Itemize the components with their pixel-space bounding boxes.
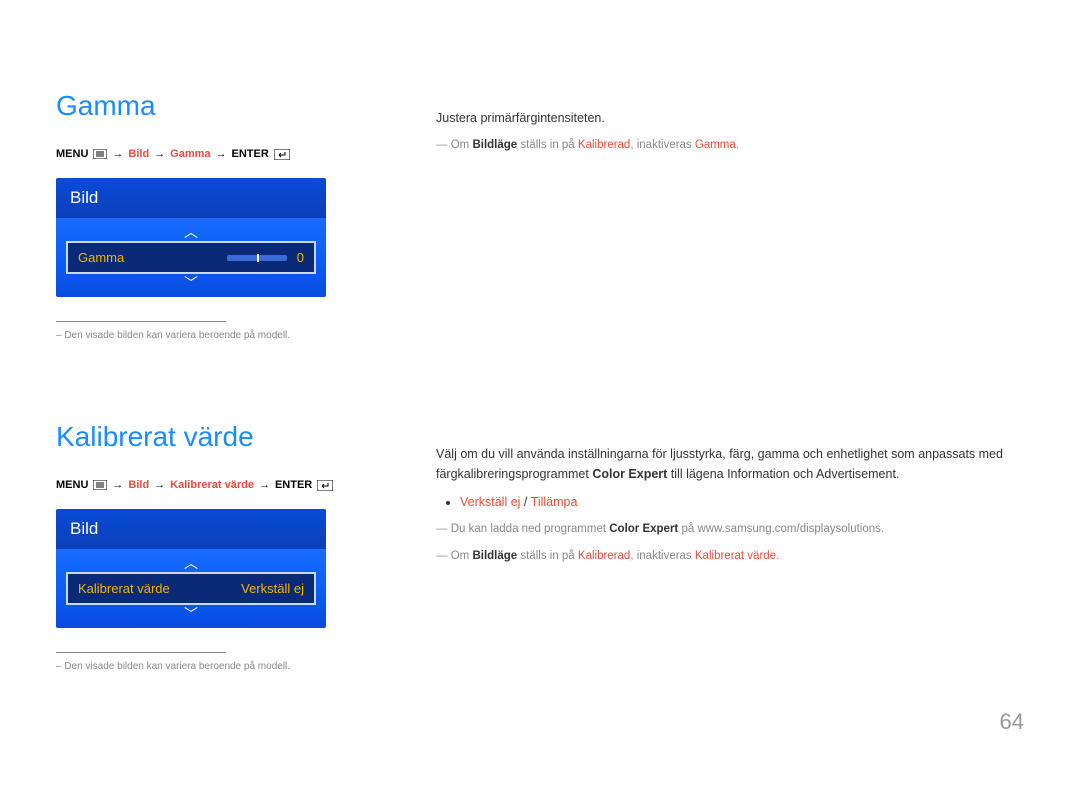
arrow-icon: → — [259, 479, 270, 491]
page-number: 64 — [1000, 709, 1024, 735]
osd-row-value-group: 0 — [227, 250, 304, 265]
gamma-section: Gamma MENU → Bild → Gamma → ENTER Bild — [56, 90, 376, 341]
gamma-heading: Gamma — [56, 90, 376, 122]
gamma-breadcrumb: MENU → Bild → Gamma → ENTER — [56, 148, 376, 160]
crumb-bild: Bild — [128, 479, 149, 491]
crumb-gamma: Gamma — [170, 148, 210, 160]
slider-icon[interactable] — [227, 255, 287, 261]
osd-selected-row[interactable]: Kalibrerat värde Verkställ ej — [66, 572, 316, 605]
crumb-bild: Bild — [128, 148, 149, 160]
gamma-right: Justera primärfärgintensiteten. ― Om Bil… — [436, 108, 1024, 154]
calibrated-note-1: ― Du kan ladda ned programmet Color Expe… — [436, 520, 1024, 538]
divider — [56, 321, 226, 322]
calibrated-section: Kalibrerat värde MENU → Bild → Kalibrera… — [56, 421, 376, 672]
menu-icon — [93, 479, 107, 491]
gamma-osd-box: Bild ︿ Gamma 0 ﹀ — [56, 178, 326, 297]
enter-icon — [274, 148, 290, 160]
crumb-calibrated: Kalibrerat värde — [170, 479, 254, 491]
chevron-up-icon[interactable]: ︿ — [66, 554, 316, 572]
enter-icon — [317, 479, 333, 491]
option-item: Verkställ ej / Tillämpa — [460, 492, 1024, 512]
calibrated-description: Välj om du vill använda inställningarna … — [436, 444, 1024, 484]
calibrated-breadcrumb: MENU → Bild → Kalibrerat värde → ENTER — [56, 479, 376, 491]
osd-row-label: Gamma — [78, 250, 124, 265]
left-column: Gamma MENU → Bild → Gamma → ENTER Bild — [56, 90, 376, 752]
enter-label: ENTER — [275, 479, 312, 491]
menu-label: MENU — [56, 479, 88, 491]
dash-icon: ― — [436, 550, 448, 562]
calibrated-heading: Kalibrerat värde — [56, 421, 376, 453]
dash-icon: ― — [436, 139, 448, 151]
enter-label: ENTER — [232, 148, 269, 160]
calibrated-right: Välj om du vill använda inställningarna … — [436, 444, 1024, 565]
calibrated-note-2: ― Om Bildläge ställs in på Kalibrerad, i… — [436, 547, 1024, 565]
arrow-icon: → — [112, 479, 123, 491]
chevron-up-icon[interactable]: ︿ — [66, 223, 316, 241]
calibrated-options: Verkställ ej / Tillämpa — [436, 492, 1024, 512]
osd-row-label: Kalibrerat värde — [78, 581, 170, 596]
osd-body: ︿ Kalibrerat värde Verkställ ej ﹀ — [56, 549, 326, 628]
arrow-icon: → — [216, 148, 227, 160]
calibrated-disclaimer: – Den visade bilden kan variera beroende… — [56, 661, 376, 672]
arrow-icon: → — [154, 479, 165, 491]
arrow-icon: → — [112, 148, 123, 160]
osd-row-value: 0 — [297, 250, 304, 265]
gamma-note-1: ― Om Bildläge ställs in på Kalibrerad, i… — [436, 136, 1024, 154]
osd-header: Bild — [56, 178, 326, 218]
gamma-description: Justera primärfärgintensiteten. — [436, 108, 1024, 128]
chevron-down-icon[interactable]: ﹀ — [66, 274, 316, 292]
menu-label: MENU — [56, 148, 88, 160]
right-column: Justera primärfärgintensiteten. ― Om Bil… — [436, 90, 1024, 752]
osd-header: Bild — [56, 509, 326, 549]
menu-icon — [93, 148, 107, 160]
calibrated-osd-box: Bild ︿ Kalibrerat värde Verkställ ej ﹀ — [56, 509, 326, 628]
chevron-down-icon[interactable]: ﹀ — [66, 605, 316, 623]
osd-row-value: Verkställ ej — [241, 581, 304, 596]
osd-body: ︿ Gamma 0 ﹀ — [56, 218, 326, 297]
osd-selected-row[interactable]: Gamma 0 — [66, 241, 316, 274]
page-content: Gamma MENU → Bild → Gamma → ENTER Bild — [0, 0, 1080, 792]
arrow-icon: → — [154, 148, 165, 160]
gamma-disclaimer: – Den visade bilden kan variera beroende… — [56, 330, 376, 341]
dash-icon: ― — [436, 523, 448, 535]
divider — [56, 652, 226, 653]
